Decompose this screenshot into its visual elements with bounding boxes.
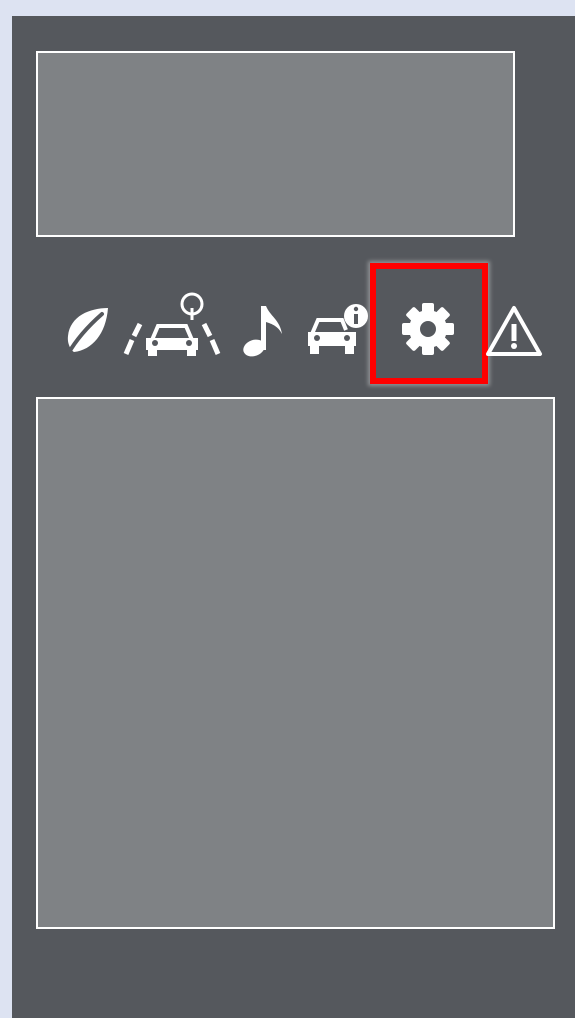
main-display-area <box>36 397 555 929</box>
eco-leaf-icon[interactable] <box>62 304 112 356</box>
top-display-area <box>36 51 515 237</box>
dashboard-panel <box>12 16 575 1018</box>
settings-gear-icon[interactable] <box>398 299 458 359</box>
lane-assist-car-icon[interactable] <box>122 288 222 358</box>
music-note-icon[interactable] <box>238 300 288 360</box>
warning-triangle-icon[interactable] <box>484 304 544 358</box>
vehicle-info-icon[interactable] <box>302 300 372 360</box>
